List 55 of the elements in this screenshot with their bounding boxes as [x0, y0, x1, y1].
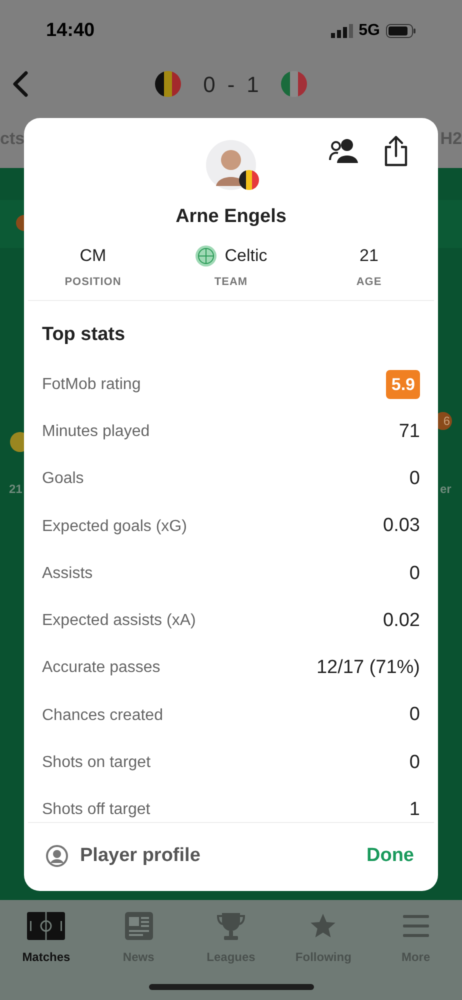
stat-value: 71	[398, 420, 420, 444]
battery-icon	[386, 24, 416, 38]
info-label: AGE	[356, 275, 382, 290]
status-time: 14:40	[46, 18, 95, 43]
back-icon[interactable]	[10, 70, 30, 98]
info-value: Celtic	[224, 245, 268, 268]
stat-value: 0	[409, 466, 420, 491]
flag-icon	[280, 71, 307, 97]
player-profile-link[interactable]: Player profile	[46, 842, 200, 870]
stat-value: 0.02	[383, 608, 420, 633]
person-icon	[46, 845, 68, 867]
stat-label: Expected assists (xA)	[42, 611, 196, 632]
trophy-icon	[217, 911, 246, 941]
signal-icon	[330, 24, 353, 38]
network-label: 5G	[358, 21, 380, 41]
nav-tab[interactable]: Matches	[0, 908, 92, 966]
stat-value: 0.03	[383, 514, 420, 538]
stat-label: FotMob rating	[42, 374, 141, 395]
newspaper-icon	[124, 912, 153, 940]
star-icon	[309, 912, 338, 940]
stat-label: Goals	[42, 469, 84, 490]
player-number: 21	[9, 481, 22, 498]
info-value: 21	[360, 245, 378, 268]
info-label: TEAM	[214, 275, 248, 290]
player-name: er	[440, 481, 452, 498]
club-crest-icon	[194, 245, 217, 267]
stat-label: Chances created	[42, 706, 163, 726]
share-button[interactable]	[382, 134, 410, 168]
stat-value: 1	[409, 798, 420, 822]
stat-label: Assists	[42, 564, 93, 584]
pitch-icon	[27, 912, 66, 940]
score-separator: -	[227, 70, 235, 98]
stat-label: Accurate passes	[42, 658, 160, 678]
stat-value: 12/17 (71%)	[316, 656, 420, 680]
share-icon	[383, 135, 409, 167]
stat-value: 0	[409, 562, 420, 586]
away-score: 1	[246, 70, 259, 98]
people-icon	[329, 138, 359, 164]
flag-icon	[155, 71, 182, 97]
stat-label: Shots on target	[42, 753, 151, 774]
menu-icon	[402, 915, 429, 937]
stat-value: 0	[409, 750, 420, 775]
section-title: Top stats	[42, 323, 126, 347]
info-value: CM	[80, 245, 106, 268]
stat-label: Expected goals (xG)	[42, 516, 187, 537]
done-button[interactable]: Done	[366, 842, 416, 870]
stat-label: Minutes played	[42, 422, 150, 442]
follow-player-button[interactable]	[328, 136, 360, 166]
player-name: Arne Engels	[174, 205, 288, 229]
stat-value: 0	[409, 703, 420, 728]
home-score: 0	[203, 70, 216, 98]
flag-icon	[239, 170, 259, 190]
stat-label: Shots off target	[42, 800, 150, 820]
rating-badge: 5.9	[386, 370, 420, 400]
info-label: POSITION	[64, 275, 122, 290]
